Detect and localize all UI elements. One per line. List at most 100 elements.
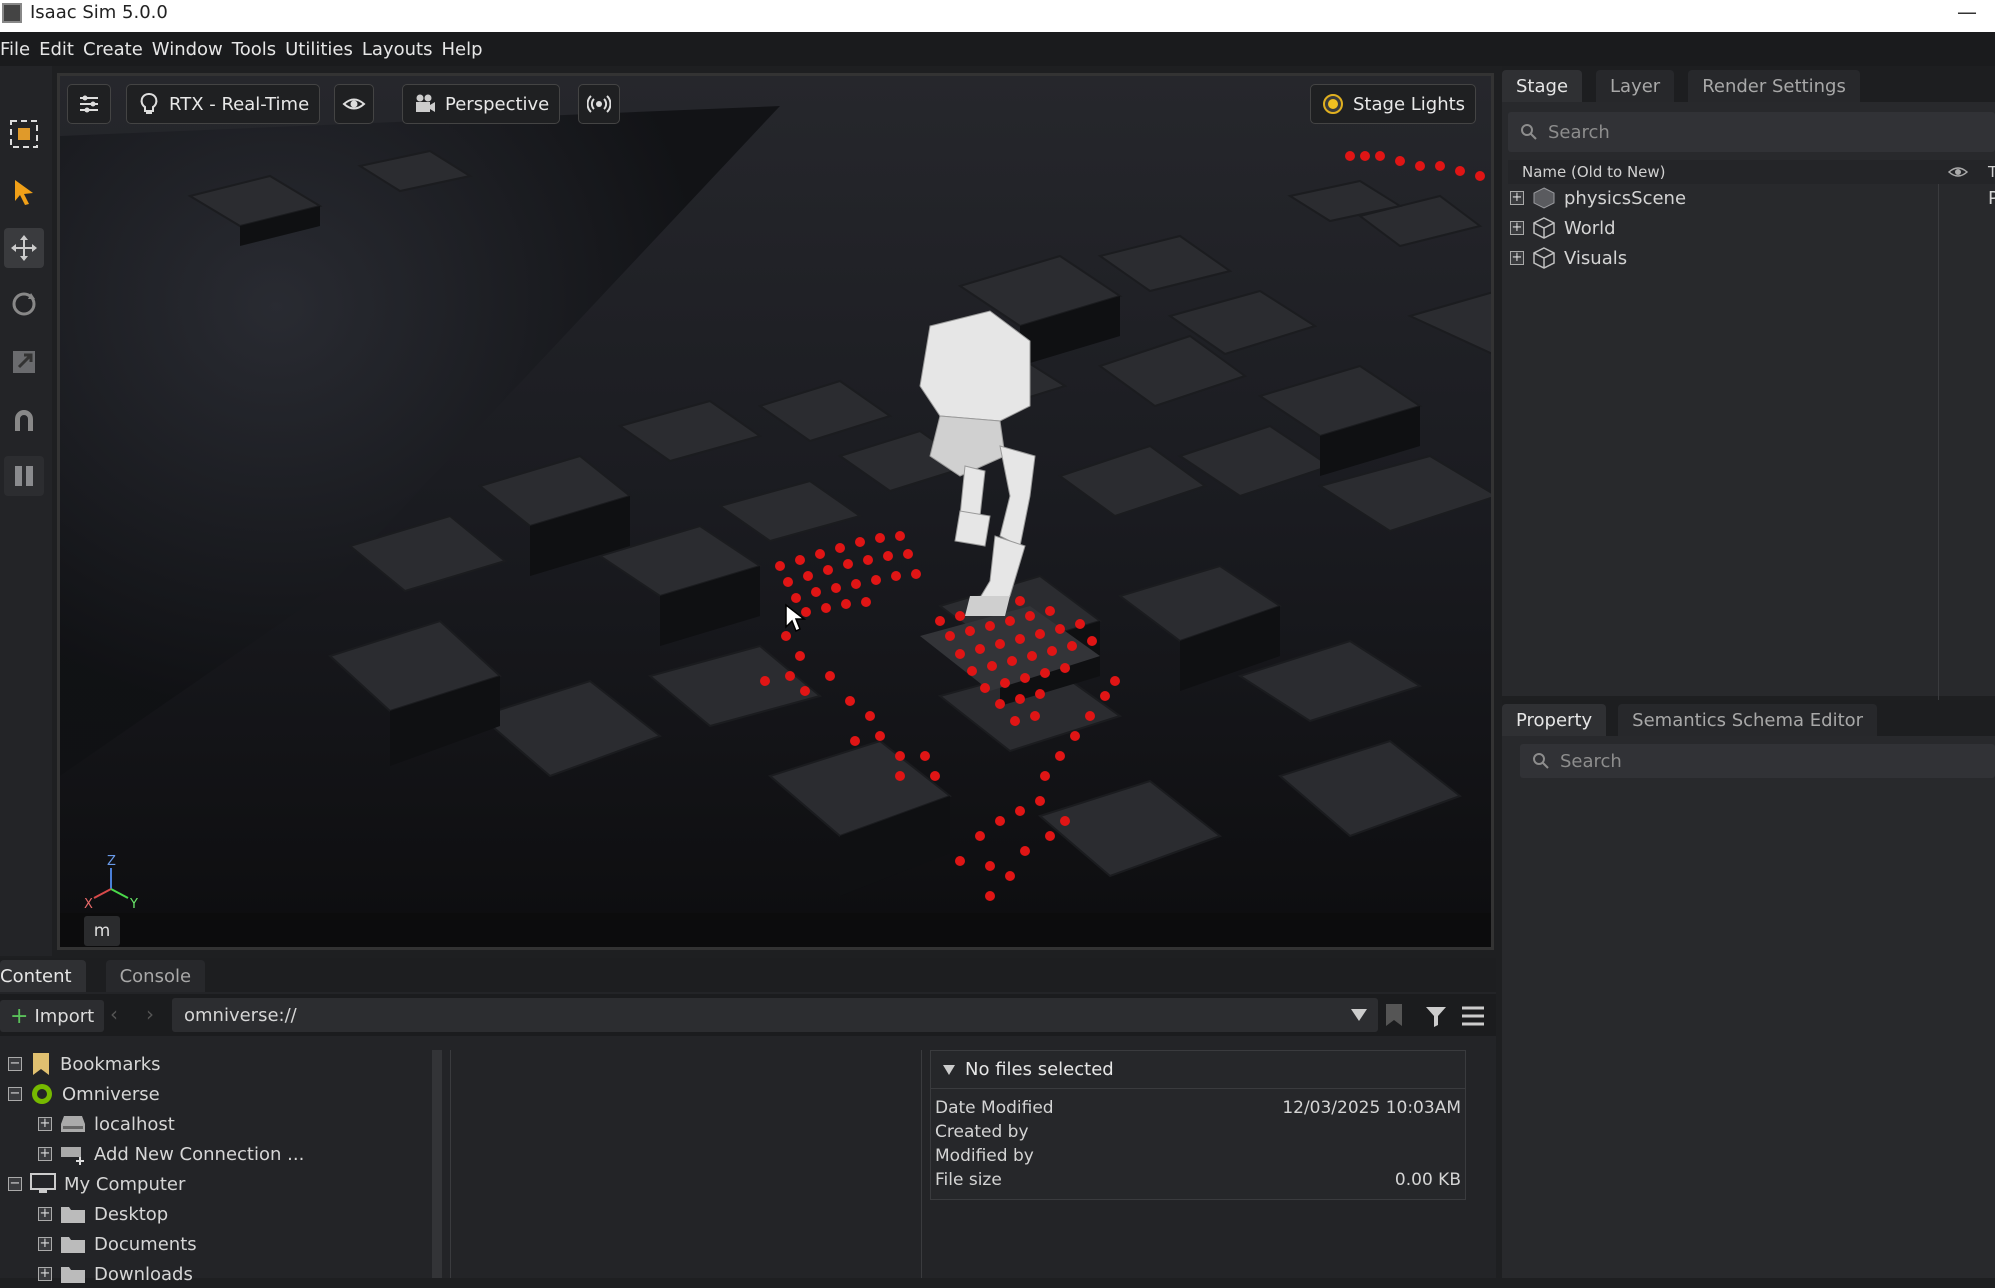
bookmark-icon [33, 1053, 49, 1075]
tree-item-label: Desktop [94, 1203, 169, 1225]
stage-column-header[interactable]: Name (Old to New) T [1508, 160, 1995, 184]
list-view-icon[interactable] [1460, 1004, 1486, 1028]
content-toolbar: + Import ‹ › omniverse:// [0, 994, 1496, 1036]
expand-icon[interactable]: + [38, 1117, 52, 1131]
stage-panel: Stage Layer Render Settings Search Name … [1502, 66, 1995, 744]
camera-button[interactable]: Perspective [402, 84, 561, 124]
select-mode-icon[interactable] [4, 114, 44, 154]
dropdown-arrow-icon[interactable] [1350, 1007, 1368, 1023]
tree-item-add-connection[interactable]: + Add New Connection ... [38, 1140, 304, 1168]
menu-tools[interactable]: Tools [232, 39, 276, 60]
eye-icon [342, 98, 366, 110]
snap-magnet-icon[interactable] [4, 400, 44, 440]
menu-create[interactable]: Create [83, 39, 143, 60]
tab-layer[interactable]: Layer [1596, 70, 1675, 102]
forward-arrow-icon[interactable]: › [146, 1002, 154, 1026]
streaming-button[interactable] [578, 84, 620, 124]
visibility-button[interactable] [334, 84, 374, 124]
scale-icon[interactable] [4, 342, 44, 382]
menu-bar: File Edit Create Window Tools Utilities … [0, 32, 1995, 66]
tab-stage[interactable]: Stage [1502, 70, 1583, 102]
expand-icon[interactable]: + [38, 1237, 52, 1251]
detail-label: Created by [935, 1122, 1029, 1142]
tree-scrollbar[interactable] [432, 1050, 442, 1278]
tab-semantics-schema-editor[interactable]: Semantics Schema Editor [1618, 704, 1878, 736]
tree-item-omniverse[interactable]: − Omniverse [8, 1080, 160, 1108]
tree-item-label: localhost [94, 1113, 175, 1135]
tab-property[interactable]: Property [1502, 704, 1607, 736]
tree-item-my-computer[interactable]: − My Computer [8, 1170, 185, 1198]
tab-console[interactable]: Console [105, 960, 206, 992]
menu-edit[interactable]: Edit [39, 39, 74, 60]
pointer-icon[interactable] [4, 172, 44, 212]
folder-icon [61, 1267, 85, 1283]
expand-icon[interactable]: + [38, 1147, 52, 1161]
viewport-settings-button[interactable] [67, 84, 111, 124]
menu-file[interactable]: File [0, 39, 30, 60]
tab-render-settings[interactable]: Render Settings [1688, 70, 1860, 102]
unit-badge: m [84, 916, 120, 946]
stage-item-label: World [1564, 217, 1616, 239]
stage-search-input[interactable]: Search [1508, 112, 1995, 152]
viewport-status-strip [60, 913, 1491, 947]
expand-icon[interactable]: + [1510, 251, 1524, 265]
broadcast-icon [587, 95, 611, 113]
tab-content[interactable]: Content [0, 960, 86, 992]
expand-icon[interactable]: + [38, 1207, 52, 1221]
move-icon[interactable] [4, 228, 44, 268]
detail-row-date-modified: Date Modified 12/03/2025 10:03AM [935, 1098, 1461, 1122]
collapse-icon[interactable]: − [8, 1177, 22, 1191]
import-label: Import [34, 1005, 95, 1027]
menu-help[interactable]: Help [441, 39, 482, 60]
tree-item-downloads[interactable]: + Downloads [38, 1260, 193, 1288]
stage-lights-button[interactable]: Stage Lights [1310, 84, 1477, 124]
expand-icon[interactable]: + [1510, 221, 1524, 235]
lightbulb-icon [140, 93, 158, 114]
stage-item-world[interactable]: + World [1510, 214, 1616, 242]
folder-icon [61, 1237, 85, 1253]
property-tabs: Property Semantics Schema Editor [1502, 700, 1995, 736]
stage-search-placeholder: Search [1548, 121, 1610, 143]
stage-lights-label: Stage Lights [1353, 93, 1466, 115]
import-button[interactable]: + Import [0, 1000, 105, 1032]
property-search-input[interactable]: Search [1520, 744, 1995, 778]
file-details-panel: No files selected Date Modified 12/03/20… [930, 1050, 1466, 1200]
file-details-header[interactable]: No files selected [931, 1051, 1465, 1089]
path-input[interactable]: omniverse:// [172, 998, 1378, 1032]
pause-icon[interactable] [4, 456, 44, 496]
menu-window[interactable]: Window [152, 39, 223, 60]
rotate-icon[interactable] [4, 284, 44, 324]
viewport-3d[interactable]: RTX - Real-Time Perspective Stage Lights… [57, 73, 1494, 950]
search-icon [1533, 753, 1549, 769]
no-files-label: No files selected [965, 1059, 1114, 1080]
content-tree: − Bookmarks − Omniverse + localhost + Ad… [0, 1050, 440, 1285]
title-bar: Isaac Sim 5.0.0 — [0, 0, 1995, 32]
collapse-icon[interactable]: − [8, 1057, 22, 1071]
tree-item-desktop[interactable]: + Desktop [38, 1200, 168, 1228]
detail-value: 12/03/2025 10:03AM [1282, 1098, 1461, 1118]
stage-item-physicsscene[interactable]: + physicsScene P [1510, 184, 1995, 212]
menu-layouts[interactable]: Layouts [362, 39, 433, 60]
tree-item-bookmarks[interactable]: − Bookmarks [8, 1050, 161, 1078]
axis-gizmo: Z X Y [76, 854, 146, 914]
render-mode-button[interactable]: RTX - Real-Time [126, 84, 321, 124]
bookmark-icon[interactable] [1382, 1002, 1406, 1028]
menu-utilities[interactable]: Utilities [285, 39, 353, 60]
sliders-icon [80, 95, 98, 113]
minimize-button[interactable]: — [1957, 0, 1977, 24]
collapse-triangle-icon[interactable] [943, 1064, 955, 1075]
tree-item-label: Bookmarks [60, 1053, 161, 1075]
tree-item-documents[interactable]: + Documents [38, 1230, 197, 1258]
tree-item-label: Omniverse [62, 1083, 160, 1105]
tree-item-localhost[interactable]: + localhost [38, 1110, 175, 1138]
expand-icon[interactable]: + [38, 1267, 52, 1281]
detail-value: 0.00 KB [1394, 1170, 1461, 1190]
stage-item-visuals[interactable]: + Visuals [1510, 244, 1627, 272]
visibility-column-eye-icon[interactable] [1948, 164, 1968, 180]
file-list-area[interactable] [450, 1050, 922, 1278]
collapse-icon[interactable]: − [8, 1087, 22, 1101]
expand-icon[interactable]: + [1510, 191, 1524, 205]
scene-render[interactable] [60, 76, 1494, 950]
filter-icon[interactable] [1424, 1004, 1448, 1028]
back-arrow-icon[interactable]: ‹ [110, 1002, 118, 1026]
